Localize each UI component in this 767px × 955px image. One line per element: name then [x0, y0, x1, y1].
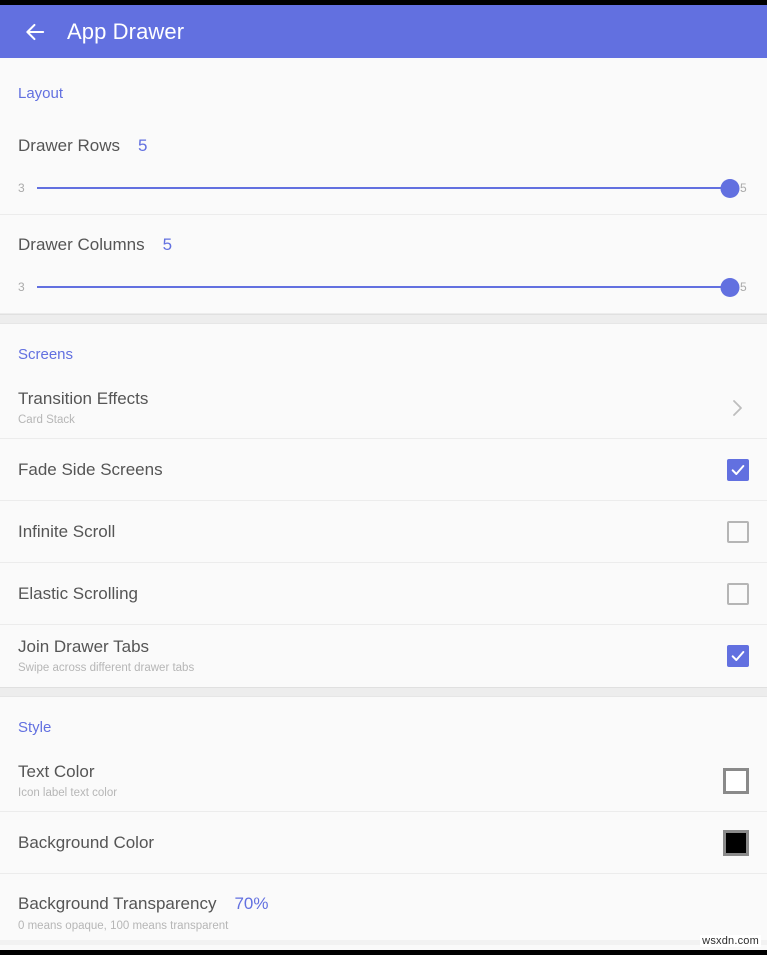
settings-scroll-area[interactable]: Layout Drawer Rows 5 3 5: [0, 63, 767, 945]
watermark: wsxdn.com: [700, 935, 761, 947]
row-title: Fade Side Screens: [18, 459, 727, 481]
background-transparency-value: 70%: [234, 894, 268, 914]
app-screen: App Drawer Layout Drawer Rows 5 3: [0, 0, 767, 955]
section-screens: Screens Transition Effects Card Stack: [0, 324, 767, 687]
back-button[interactable]: [18, 15, 52, 49]
setting-join-drawer-tabs[interactable]: Join Drawer Tabs Swipe across different …: [0, 625, 767, 687]
drawer-rows-min-label: 3: [18, 181, 27, 195]
drawer-rows-slider-line: 3 5: [18, 178, 749, 198]
row-accessory: [723, 830, 749, 856]
row-accessory: [727, 583, 749, 605]
section-layout: Layout Drawer Rows 5 3 5: [0, 63, 767, 314]
row-subtitle: Swipe across different drawer tabs: [18, 660, 727, 676]
background-transparency-subtitle: 0 means opaque, 100 means transparent: [18, 918, 749, 934]
slider-fill: [37, 286, 730, 288]
checkbox-infinite-scroll[interactable]: [727, 521, 749, 543]
checkbox-fade-side-screens[interactable]: [727, 459, 749, 481]
checkbox-elastic-scrolling[interactable]: [727, 583, 749, 605]
drawer-columns-head: Drawer Columns 5: [18, 235, 749, 255]
drawer-rows-value: 5: [138, 136, 147, 156]
section-header-layout: Layout: [0, 63, 767, 116]
drawer-columns-label: Drawer Columns: [18, 235, 145, 255]
row-texts: Transition Effects Card Stack: [18, 388, 725, 428]
row-accessory: [723, 768, 749, 794]
slider-thumb[interactable]: [721, 179, 740, 198]
arrow-left-icon: [22, 19, 48, 45]
row-title: Transition Effects: [18, 388, 725, 410]
drawer-columns-max-label: 5: [740, 280, 749, 294]
page-title: App Drawer: [67, 19, 184, 45]
drawer-rows-slider[interactable]: [37, 178, 730, 198]
row-subtitle: Icon label text color: [18, 785, 723, 801]
setting-elastic-scrolling[interactable]: Elastic Scrolling: [0, 563, 767, 625]
row-accessory: [727, 645, 749, 667]
slider-thumb[interactable]: [721, 278, 740, 297]
drawer-rows-label: Drawer Rows: [18, 136, 120, 156]
row-title: Background Color: [18, 832, 723, 854]
background-transparency-head: Background Transparency 70%: [18, 894, 749, 914]
drawer-rows-max-label: 5: [740, 181, 749, 195]
row-texts: Join Drawer Tabs Swipe across different …: [18, 636, 727, 676]
row-texts: Infinite Scroll: [18, 521, 727, 543]
setting-drawer-rows[interactable]: Drawer Rows 5 3 5: [0, 116, 767, 215]
setting-background-color[interactable]: Background Color: [0, 812, 767, 874]
setting-text-color[interactable]: Text Color Icon label text color: [0, 750, 767, 812]
slider-fill: [37, 187, 730, 189]
drawer-rows-head: Drawer Rows 5: [18, 136, 749, 156]
row-texts: Text Color Icon label text color: [18, 761, 723, 801]
color-swatch-background-color[interactable]: [723, 830, 749, 856]
row-texts: Background Color: [18, 832, 723, 854]
chevron-right-icon: [725, 396, 749, 420]
setting-fade-side-screens[interactable]: Fade Side Screens: [0, 439, 767, 501]
row-texts: Fade Side Screens: [18, 459, 727, 481]
row-accessory: [725, 396, 749, 420]
setting-infinite-scroll[interactable]: Infinite Scroll: [0, 501, 767, 563]
row-texts: Elastic Scrolling: [18, 583, 727, 605]
drawer-columns-min-label: 3: [18, 280, 27, 294]
section-header-style: Style: [0, 697, 767, 750]
setting-drawer-columns[interactable]: Drawer Columns 5 3 5: [0, 215, 767, 314]
drawer-columns-value: 5: [163, 235, 172, 255]
section-header-screens: Screens: [0, 324, 767, 377]
app-bar: App Drawer: [0, 5, 767, 58]
section-style: Style Text Color Icon label text color B…: [0, 697, 767, 940]
drawer-columns-slider-line: 3 5: [18, 277, 749, 297]
row-title: Infinite Scroll: [18, 521, 727, 543]
section-divider: [0, 314, 767, 324]
row-subtitle: Card Stack: [18, 412, 725, 428]
drawer-columns-slider[interactable]: [37, 277, 730, 297]
checkbox-join-drawer-tabs[interactable]: [727, 645, 749, 667]
row-accessory: [727, 521, 749, 543]
setting-transition-effects[interactable]: Transition Effects Card Stack: [0, 377, 767, 439]
row-title: Elastic Scrolling: [18, 583, 727, 605]
setting-background-transparency[interactable]: Background Transparency 70% 0 means opaq…: [0, 874, 767, 940]
row-title: Join Drawer Tabs: [18, 636, 727, 658]
color-swatch-text-color[interactable]: [723, 768, 749, 794]
row-title: Text Color: [18, 761, 723, 783]
section-divider: [0, 687, 767, 697]
row-accessory: [727, 459, 749, 481]
background-transparency-label: Background Transparency: [18, 894, 216, 914]
